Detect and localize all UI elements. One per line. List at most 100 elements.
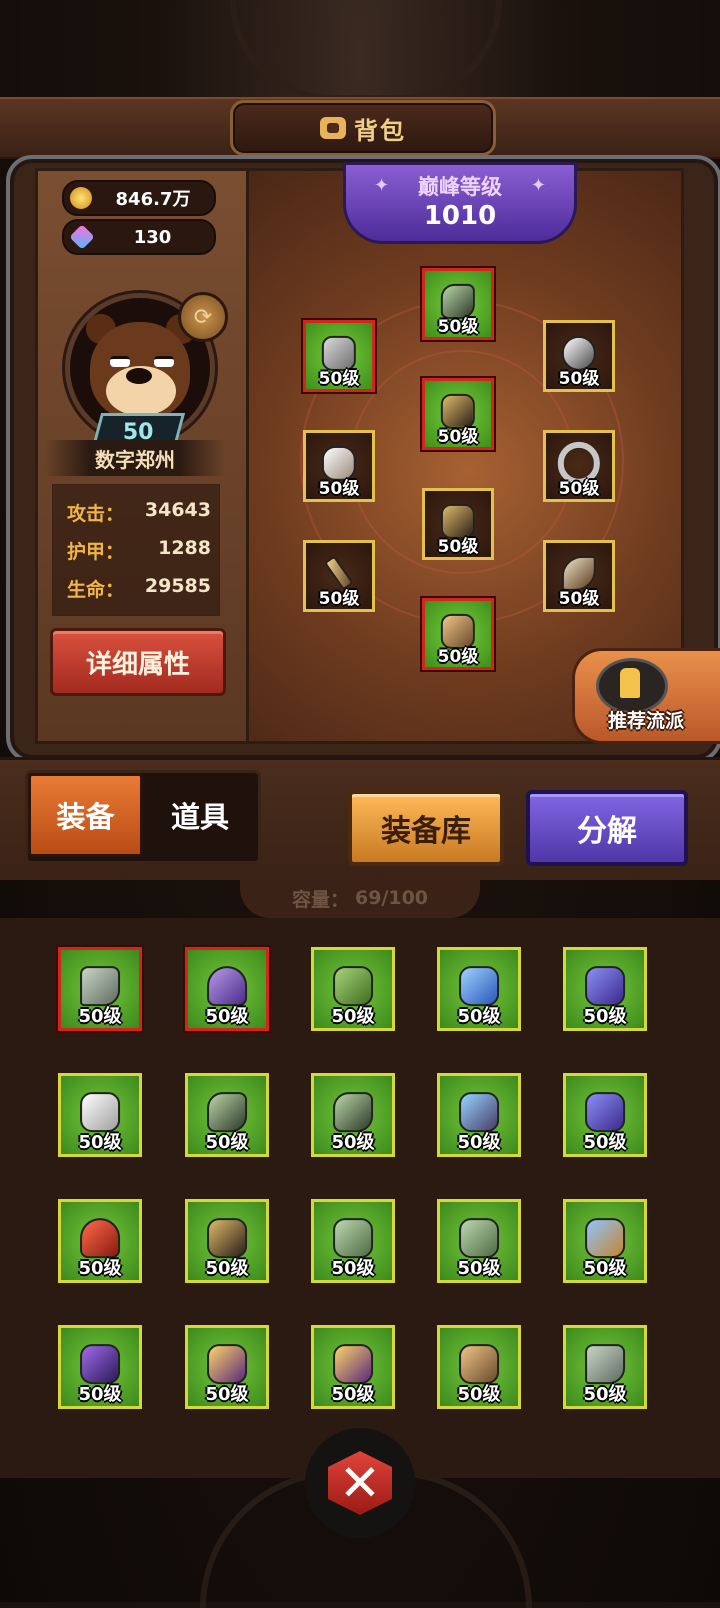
stat-label: 护甲： <box>67 541 125 563</box>
armor-icon <box>585 965 625 1006</box>
item-level: 50级 <box>457 1258 501 1279</box>
decompose-button[interactable]: 分解 <box>526 790 688 866</box>
pants-icon <box>459 1217 499 1258</box>
bear-nose <box>126 368 152 384</box>
bag-item[interactable]: 50级 <box>563 947 647 1031</box>
star-icon: ✦ <box>374 175 390 196</box>
close-icon: ✕ <box>328 1451 392 1515</box>
item-level: 50级 <box>331 1384 375 1405</box>
equip-slot-weapon[interactable]: 50级 <box>303 540 375 612</box>
slot-level: 50级 <box>558 589 600 609</box>
star-icon: ✦ <box>530 175 546 196</box>
bag-item[interactable]: 50级 <box>563 1325 647 1409</box>
capacity-value: 69/100 <box>354 887 429 909</box>
pants-icon <box>207 1343 247 1384</box>
refresh-icon[interactable]: ⟳ <box>178 292 228 342</box>
stat-label: 生命： <box>67 579 125 601</box>
slot-level: 50级 <box>558 479 600 499</box>
boots-icon <box>80 965 120 1006</box>
item-level: 50级 <box>78 1384 122 1405</box>
equip-slot-horn[interactable]: 50级 <box>543 540 615 612</box>
bag-item[interactable]: 50级 <box>58 1073 142 1157</box>
item-level: 50级 <box>457 1132 501 1153</box>
pants-icon <box>333 1343 373 1384</box>
gold-coin-icon <box>70 187 92 209</box>
bag-item[interactable]: 50级 <box>185 1073 269 1157</box>
stat-attack: 攻击： 34643 <box>67 499 211 526</box>
page-title: 背包 <box>354 116 406 145</box>
item-level: 50级 <box>457 1384 501 1405</box>
item-level: 50级 <box>331 1006 375 1027</box>
capacity-indicator: 容量： 69/100 <box>240 878 480 918</box>
slot-level: 50级 <box>437 427 479 447</box>
bear-eye <box>154 356 174 367</box>
boots-icon <box>585 1343 625 1384</box>
bag-item[interactable]: 50级 <box>185 1199 269 1283</box>
bag-item[interactable]: 50级 <box>58 1325 142 1409</box>
stat-health: 生命： 29585 <box>67 575 211 602</box>
equip-slot-necklace[interactable]: 50级 <box>543 320 615 392</box>
bag-item[interactable]: 50级 <box>58 1199 142 1283</box>
close-button[interactable]: ✕ <box>305 1428 415 1538</box>
bag-item[interactable]: 50级 <box>311 947 395 1031</box>
item-level: 50级 <box>583 1006 627 1027</box>
bag-item[interactable]: 50级 <box>58 947 142 1031</box>
bag-item[interactable]: 50级 <box>437 1073 521 1157</box>
equip-slot-boots[interactable]: 50级 <box>422 598 494 670</box>
slot-level: 50级 <box>437 647 479 667</box>
item-level: 50级 <box>78 1258 122 1279</box>
item-level: 50级 <box>583 1258 627 1279</box>
bag-item[interactable]: 50级 <box>185 947 269 1031</box>
item-level: 50级 <box>331 1132 375 1153</box>
item-level: 50级 <box>205 1258 249 1279</box>
item-level: 50级 <box>78 1132 122 1153</box>
bag-icon <box>320 117 346 139</box>
item-level: 50级 <box>205 1006 249 1027</box>
equipment-library-button[interactable]: 装备库 <box>348 790 504 866</box>
boots-icon <box>459 1343 499 1384</box>
title-plate: 背包 <box>230 100 496 156</box>
pants-icon <box>333 1217 373 1258</box>
claw-helm-icon <box>459 1091 499 1132</box>
bag-item[interactable]: 50级 <box>311 1325 395 1409</box>
equip-slot-helmet[interactable]: 50级 <box>303 320 375 392</box>
slot-level: 50级 <box>318 369 360 389</box>
equip-slot-head[interactable]: 50级 <box>422 268 494 340</box>
bag-item[interactable]: 50级 <box>311 1073 395 1157</box>
stat-label: 攻击： <box>67 503 125 525</box>
slot-level: 50级 <box>318 589 360 609</box>
thumb-shape <box>620 668 640 698</box>
bag-item[interactable]: 50级 <box>563 1073 647 1157</box>
equip-slot-gloves[interactable]: 50级 <box>303 430 375 502</box>
tab-equipment[interactable]: 装备 <box>28 773 143 857</box>
stat-value: 34643 <box>144 499 211 521</box>
bag-item[interactable]: 50级 <box>311 1199 395 1283</box>
beast-helm-icon <box>333 1091 373 1132</box>
equip-slot-legs[interactable]: 50级 <box>422 488 494 560</box>
bag-item[interactable]: 50级 <box>185 1325 269 1409</box>
equip-slot-ring[interactable]: 50级 <box>543 430 615 502</box>
bag-item[interactable]: 50级 <box>437 1199 521 1283</box>
hero-name: 数字郑州 <box>45 440 225 476</box>
item-level: 50级 <box>205 1132 249 1153</box>
armor-icon <box>333 965 373 1006</box>
helmet-icon <box>207 965 247 1006</box>
recommend-build-label: 推荐流派 <box>607 710 684 732</box>
pants-icon <box>207 1217 247 1258</box>
plume-helm-icon <box>80 1217 120 1258</box>
stat-armor: 护甲： 1288 <box>67 537 211 564</box>
pants-icon <box>585 1217 625 1258</box>
slot-level: 50级 <box>558 369 600 389</box>
gem-value: 130 <box>133 226 172 248</box>
bag-item[interactable]: 50级 <box>437 947 521 1031</box>
bag-item[interactable]: 50级 <box>563 1199 647 1283</box>
bag-item[interactable]: 50级 <box>437 1325 521 1409</box>
tab-items[interactable]: 道具 <box>146 773 254 857</box>
gold-counter: 846.7万 <box>62 180 216 216</box>
armor-icon <box>459 965 499 1006</box>
item-level: 50级 <box>583 1384 627 1405</box>
slot-level: 50级 <box>318 479 360 499</box>
equip-slot-chest[interactable]: 50级 <box>422 378 494 450</box>
stats-box: 攻击： 34643 护甲： 1288 生命： 29585 <box>52 484 220 616</box>
detail-attributes-button[interactable]: 详细属性 <box>50 628 226 696</box>
